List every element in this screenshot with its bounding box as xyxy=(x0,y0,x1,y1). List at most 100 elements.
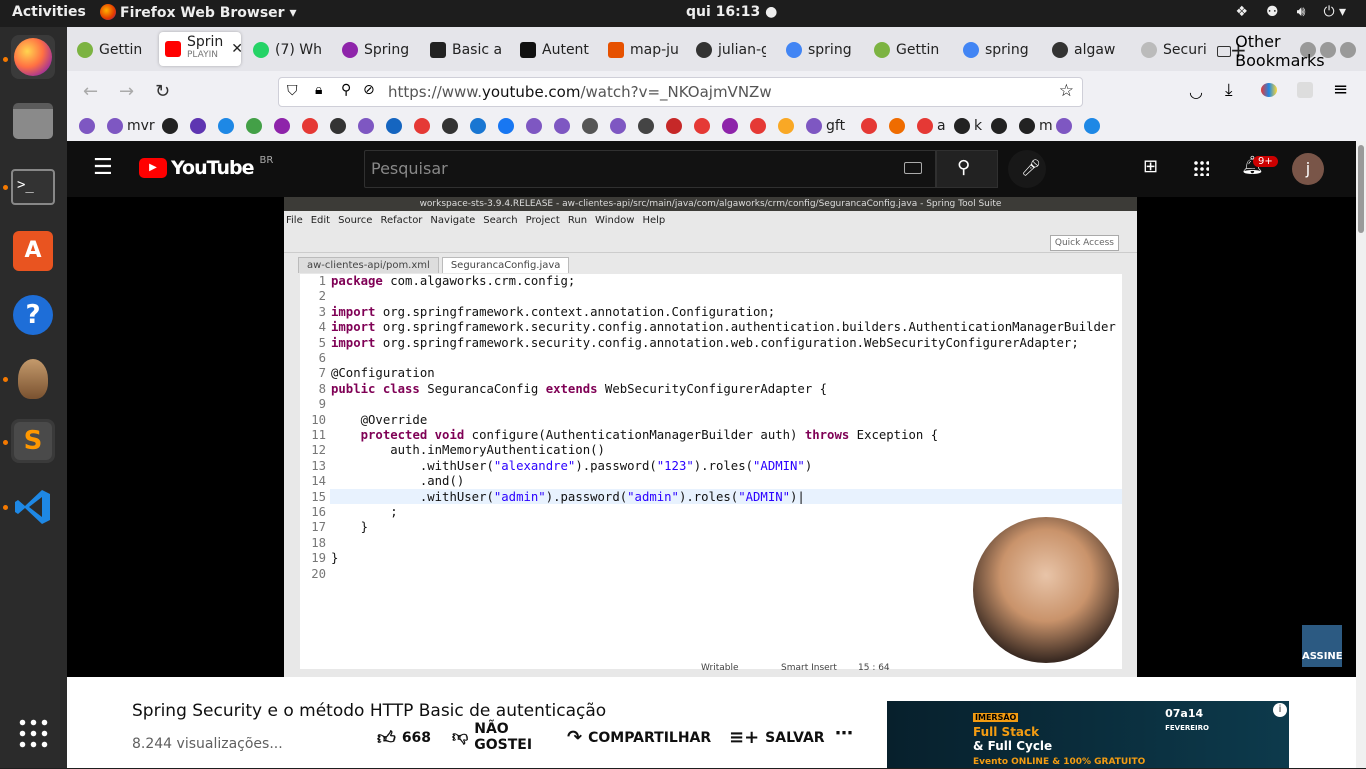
bookmark-item[interactable] xyxy=(218,118,234,134)
bookmark-item[interactable] xyxy=(162,118,178,134)
tab[interactable]: Securi xyxy=(1141,35,1225,65)
dislike-button[interactable]: 👎︎ NÃO GOSTEI xyxy=(452,721,534,753)
apps-grid-icon[interactable] xyxy=(1193,160,1209,176)
bookmark-item[interactable] xyxy=(582,118,598,134)
youtube-logo[interactable]: ▶ YouTube BR xyxy=(139,155,273,179)
bookmark-item[interactable] xyxy=(750,118,766,134)
volume-icon[interactable]: 🔊︎ xyxy=(1297,4,1306,20)
power-icon[interactable]: ⏻ ▾ xyxy=(1323,4,1346,20)
scrollbar-thumb[interactable] xyxy=(1358,145,1364,233)
downloads-icon[interactable]: ⤓ xyxy=(1225,80,1233,100)
bookmark-item[interactable] xyxy=(861,118,877,134)
other-bookmarks[interactable]: Other Bookmarks xyxy=(1217,32,1366,70)
tab[interactable]: (7) Wh xyxy=(253,35,325,65)
keyboard-icon[interactable] xyxy=(904,162,922,174)
dropbox-icon[interactable]: ❖ xyxy=(1235,4,1248,20)
autoplay-blocked-icon[interactable]: ⊘ xyxy=(363,82,375,98)
peazip-launcher[interactable] xyxy=(11,357,55,401)
menu-icon[interactable]: ☰ xyxy=(93,155,113,180)
bookmark-item[interactable]: gft xyxy=(806,118,845,134)
bookmark-item[interactable] xyxy=(246,118,262,134)
like-button[interactable]: 👍︎ 668 xyxy=(377,727,431,749)
bookmark-item[interactable] xyxy=(414,118,430,134)
hamburger-menu-icon[interactable]: ≡ xyxy=(1333,79,1348,100)
clock[interactable]: qui 16:13 ● xyxy=(686,4,777,20)
app-menu[interactable]: Firefox Web Browser ▾ xyxy=(100,4,296,21)
search-button[interactable]: ⚲ xyxy=(936,150,998,188)
video-player[interactable]: workspace-sts-3.9.4.RELEASE - aw-cliente… xyxy=(67,197,1356,677)
bookmark-item[interactable] xyxy=(330,118,346,134)
tab[interactable]: julian-g xyxy=(696,35,766,65)
bookmark-item[interactable] xyxy=(302,118,318,134)
bookmark-item[interactable] xyxy=(358,118,374,134)
more-actions-button[interactable]: ⋯ xyxy=(835,723,853,744)
bookmark-item[interactable] xyxy=(694,118,710,134)
bookmark-item[interactable] xyxy=(79,118,95,134)
bookmark-item[interactable] xyxy=(386,118,402,134)
bookmark-item[interactable]: m xyxy=(1019,118,1053,134)
bookmark-item[interactable]: a xyxy=(917,118,946,134)
bookmark-item[interactable] xyxy=(442,118,458,134)
avatar[interactable]: j xyxy=(1292,153,1324,185)
sublime-launcher[interactable]: S xyxy=(11,419,55,463)
extension-icon[interactable] xyxy=(1297,82,1313,98)
bookmark-item[interactable] xyxy=(778,118,794,134)
help-launcher[interactable]: ? xyxy=(11,293,55,337)
bookmark-star-icon[interactable]: ☆ xyxy=(1059,81,1074,101)
tab[interactable]: Autent xyxy=(520,35,590,65)
save-button[interactable]: ≡+ SALVAR xyxy=(729,727,825,748)
firefox-launcher[interactable] xyxy=(11,35,55,79)
extension-icon[interactable] xyxy=(1261,83,1277,97)
terminal-launcher[interactable]: >_ xyxy=(11,165,55,209)
url-bar[interactable]: ⛉ 🔒︎ ⚲ ⊘ https://www.youtube.com/watch?v… xyxy=(278,77,1083,107)
bookmark-item[interactable] xyxy=(554,118,570,134)
voice-search-button[interactable]: 🎤︎ xyxy=(1008,150,1046,188)
page-scrollbar[interactable] xyxy=(1356,141,1366,768)
tab[interactable]: Gettin xyxy=(874,35,946,65)
pocket-icon[interactable]: ◡ xyxy=(1189,82,1203,101)
files-launcher[interactable] xyxy=(11,99,55,143)
bookmark-item[interactable] xyxy=(722,118,738,134)
forward-button[interactable]: → xyxy=(119,81,134,102)
tab[interactable]: spring xyxy=(786,35,858,65)
bookmark-item[interactable] xyxy=(666,118,682,134)
tab[interactable]: map-ju xyxy=(608,35,678,65)
tab[interactable]: Basic a xyxy=(430,35,502,65)
bookmark-item[interactable]: k xyxy=(954,118,982,134)
network-icon[interactable]: ⚉ xyxy=(1266,4,1279,20)
view-count[interactable]: 8.244 visualizações... xyxy=(132,736,283,752)
activities-button[interactable]: Activities xyxy=(12,4,86,20)
subscribe-watermark[interactable]: ASSINE xyxy=(1302,625,1343,667)
bookmark-item[interactable] xyxy=(470,118,486,134)
system-tray[interactable]: ❖ ⚉ 🔊︎ ⏻ ▾ xyxy=(1235,4,1346,20)
close-tab-icon[interactable]: ✕ xyxy=(231,41,241,57)
bookmark-item[interactable] xyxy=(526,118,542,134)
show-apps-button[interactable] xyxy=(11,711,55,755)
bookmark-item[interactable]: mvr xyxy=(107,118,155,134)
permissions-icon[interactable]: ⚲ xyxy=(341,82,351,98)
reload-button[interactable]: ↻ xyxy=(155,81,170,102)
tab[interactable]: spring xyxy=(963,35,1035,65)
lock-icon[interactable]: 🔒︎ xyxy=(315,82,322,98)
back-button[interactable]: ← xyxy=(83,81,98,102)
tab[interactable]: Spring xyxy=(342,35,412,65)
share-button[interactable]: ↷ COMPARTILHAR xyxy=(567,727,711,748)
bookmark-item[interactable] xyxy=(1084,118,1100,134)
create-video-icon[interactable]: ⊞ xyxy=(1143,156,1158,177)
tab-active[interactable]: Sprin PLAYIN ✕ xyxy=(159,32,241,66)
bookmark-item[interactable] xyxy=(1056,118,1072,134)
vscode-launcher[interactable] xyxy=(11,485,55,529)
tab[interactable]: algaw xyxy=(1052,35,1122,65)
software-launcher[interactable]: A xyxy=(11,229,55,273)
bookmark-item[interactable] xyxy=(991,118,1007,134)
tab[interactable]: Gettin xyxy=(77,35,149,65)
search-input[interactable]: Pesquisar xyxy=(364,150,936,188)
ad-info-icon[interactable]: i xyxy=(1273,703,1287,717)
bookmark-item[interactable] xyxy=(610,118,626,134)
shield-icon[interactable]: ⛉ xyxy=(287,83,298,99)
ad-banner[interactable]: IMERSÃO Full Stack & Full Cycle Evento O… xyxy=(887,701,1289,768)
bookmark-item[interactable] xyxy=(889,118,905,134)
bookmark-item[interactable] xyxy=(190,118,206,134)
bookmark-item[interactable] xyxy=(498,118,514,134)
bookmark-item[interactable] xyxy=(274,118,290,134)
